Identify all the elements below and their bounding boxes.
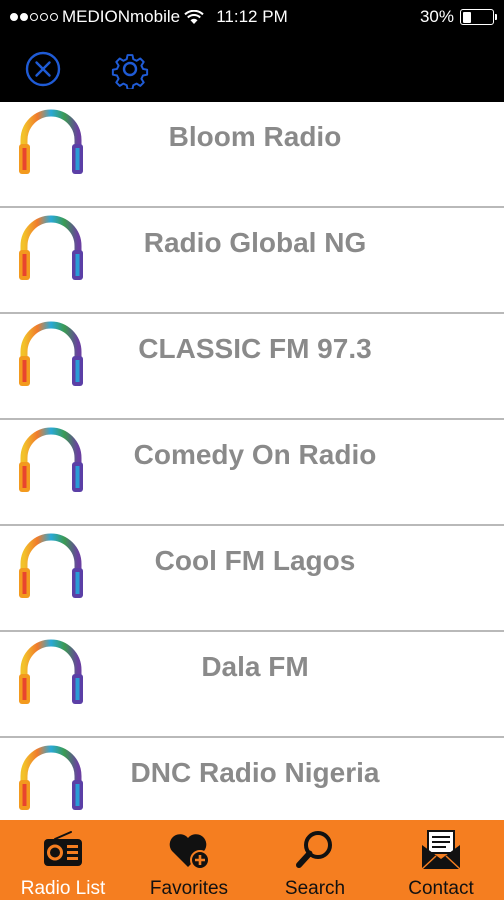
battery-group: 30% xyxy=(419,7,497,27)
heart-plus-icon xyxy=(167,828,211,872)
magnifier-icon xyxy=(293,828,337,872)
station-list: Bloom Radio Radio Global NG CLASSIC FM 97.… xyxy=(0,102,504,820)
close-circle-icon xyxy=(25,51,61,87)
tab-search[interactable]: Search xyxy=(252,820,378,900)
carrier-group: MEDIONmobile xyxy=(10,7,204,27)
radio-icon xyxy=(41,828,85,872)
settings-button[interactable] xyxy=(110,49,150,89)
close-button[interactable] xyxy=(23,49,63,89)
headphones-icon xyxy=(16,636,86,706)
headphones-icon xyxy=(16,424,86,494)
headphones-icon xyxy=(16,106,86,176)
station-row[interactable]: Radio Global NG xyxy=(0,208,504,314)
station-row[interactable]: Comedy On Radio xyxy=(0,420,504,526)
battery-level xyxy=(462,11,472,23)
station-row[interactable]: Cool FM Lagos xyxy=(0,526,504,632)
tab-label: Contact xyxy=(408,878,474,899)
tab-label: Favorites xyxy=(149,878,229,899)
tab-radio-list[interactable]: Radio List xyxy=(0,820,126,900)
signal-strength-icon xyxy=(10,13,58,21)
battery-icon xyxy=(460,9,497,25)
gear-icon xyxy=(111,54,149,89)
tab-favorites[interactable]: Favorites xyxy=(126,820,252,900)
status-bar: MEDIONmobile 11:12 PM 30% xyxy=(0,0,504,34)
headphones-icon xyxy=(16,212,86,282)
headphones-icon xyxy=(16,742,86,812)
envelope-icon xyxy=(419,828,463,872)
station-row[interactable]: DNC Radio Nigeria xyxy=(0,738,504,820)
wifi-icon xyxy=(184,9,204,24)
battery-percent: 30% xyxy=(419,7,454,26)
tab-bar: Radio List Favorites Search Contact xyxy=(0,820,504,900)
station-row[interactable]: Dala FM xyxy=(0,632,504,738)
headphones-icon xyxy=(16,530,86,600)
carrier-name: MEDIONmobile xyxy=(62,7,181,26)
headphones-icon xyxy=(16,318,86,388)
station-row[interactable]: CLASSIC FM 97.3 xyxy=(0,314,504,420)
tab-label: Search xyxy=(284,878,346,899)
tab-contact[interactable]: Contact xyxy=(378,820,504,900)
toolbar xyxy=(0,34,504,102)
station-row[interactable]: Bloom Radio xyxy=(0,102,504,208)
tab-label: Radio List xyxy=(20,878,106,899)
